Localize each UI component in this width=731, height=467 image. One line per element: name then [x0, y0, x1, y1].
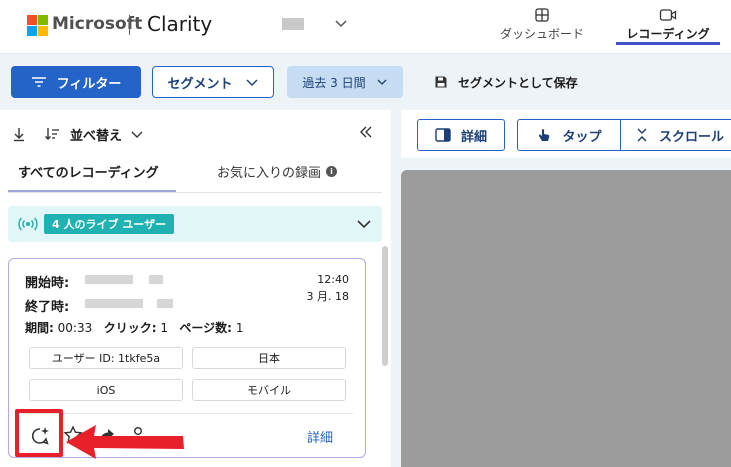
- recording-player-area[interactable]: [401, 170, 731, 467]
- segment-dropdown[interactable]: セグメント: [152, 66, 274, 98]
- project-name-redacted[interactable]: [282, 18, 304, 30]
- save-as-segment-label: セグメントとして保存: [458, 75, 578, 90]
- microsoft-logo-icon: [27, 15, 48, 36]
- clicks-label: クリック:: [103, 321, 157, 335]
- end-time-redacted: [85, 299, 143, 308]
- player-detail-label: 詳細: [460, 129, 487, 145]
- save-as-segment-button[interactable]: セグメントとして保存: [434, 66, 578, 98]
- active-tab-indicator: [616, 42, 720, 45]
- filter-button[interactable]: フィルター: [11, 66, 141, 98]
- duration-label: 期間:: [25, 321, 54, 335]
- filter-button-label: フィルター: [56, 76, 122, 92]
- collapse-panel-icon[interactable]: [358, 124, 374, 140]
- start-time-redacted: [149, 275, 163, 284]
- highlight-box: [15, 409, 63, 457]
- pages-label: ページ数:: [179, 321, 232, 335]
- start-time-label: 開始時:: [25, 276, 70, 291]
- info-icon[interactable]: i: [326, 166, 338, 177]
- filter-icon: [31, 77, 46, 87]
- save-icon: [435, 76, 447, 88]
- scroll-heatmap-button[interactable]: スクロール: [620, 119, 731, 151]
- tab-favorite-label: お気に入りの録画: [217, 166, 322, 181]
- recording-datetime: 12:40 3 月. 18: [307, 271, 350, 305]
- recording-detail-link[interactable]: 詳細: [307, 427, 333, 446]
- date-range-dropdown[interactable]: 過去 3 日間: [287, 66, 403, 98]
- header-divider: [129, 15, 130, 35]
- video-camera-icon: [659, 9, 677, 21]
- chip-user-id[interactable]: ユーザー ID: 1tkfe5a: [29, 347, 183, 369]
- pages-value: 1: [235, 321, 244, 335]
- live-broadcast-icon: [18, 217, 38, 231]
- player-detail-button[interactable]: 詳細: [417, 119, 505, 151]
- tab-all-recordings[interactable]: すべてのレコーディング: [18, 162, 159, 181]
- card-divider: [23, 413, 353, 414]
- detail-panel-icon: [435, 128, 451, 142]
- download-icon[interactable]: [12, 126, 26, 142]
- nav-tab-dashboard[interactable]: ダッシュボード: [492, 7, 592, 42]
- sort-row: 並べ替え: [12, 124, 382, 144]
- app-header: Microsoft Clarity ダッシュボード レコーディング: [0, 0, 731, 54]
- tap-icon: [539, 129, 550, 141]
- chevron-down-icon[interactable]: [356, 216, 372, 232]
- sort-label[interactable]: 並べ替え: [70, 125, 122, 144]
- nav-tab-recordings-label: レコーディング: [626, 27, 710, 41]
- end-time-redacted: [157, 299, 173, 308]
- scroll-icon: [637, 128, 647, 142]
- live-users-bar[interactable]: 4 人のライブ ユーザー: [8, 206, 382, 242]
- sort-icon[interactable]: [44, 126, 60, 142]
- chip-device[interactable]: モバイル: [192, 379, 346, 401]
- chip-os[interactable]: iOS: [29, 379, 183, 401]
- segment-dropdown-label: セグメント: [167, 76, 233, 92]
- chevron-down-icon: [377, 79, 387, 85]
- chevron-down-icon[interactable]: [130, 127, 144, 141]
- tab-divider: [8, 192, 382, 193]
- recording-time: 12:40: [317, 273, 349, 286]
- tab-favorite-recordings[interactable]: お気に入りの録画 i: [217, 162, 338, 181]
- tap-heatmap-button[interactable]: タップ: [517, 119, 621, 151]
- end-time-label: 終了時:: [25, 300, 70, 315]
- red-arrow-icon: [66, 425, 184, 459]
- date-range-label: 過去 3 日間: [302, 75, 366, 90]
- chevron-down-icon: [246, 79, 257, 86]
- dashboard-icon: [535, 8, 549, 22]
- product-name: Clarity: [147, 12, 213, 36]
- scroll-label: スクロール: [659, 129, 725, 145]
- duration-value: 00:33: [57, 321, 93, 335]
- filter-toolbar: フィルター セグメント 過去 3 日間 セグメントとして保存: [0, 54, 731, 110]
- recording-stats: 期間: 00:33 クリック: 1 ページ数: 1: [25, 319, 243, 336]
- clicks-value: 1: [160, 321, 168, 335]
- list-scrollbar[interactable]: [382, 246, 388, 366]
- tap-label: タップ: [562, 129, 602, 145]
- chip-country[interactable]: 日本: [192, 347, 346, 369]
- nav-tab-recordings[interactable]: レコーディング: [616, 7, 720, 42]
- live-users-badge: 4 人のライブ ユーザー: [44, 214, 175, 234]
- nav-tab-dashboard-label: ダッシュボード: [499, 27, 584, 41]
- project-chevron-down-icon[interactable]: [333, 15, 349, 31]
- recording-date: 3 月. 18: [306, 290, 350, 303]
- start-time-redacted: [85, 275, 133, 284]
- player-toolbar: 詳細 タップ スクロール: [401, 110, 731, 158]
